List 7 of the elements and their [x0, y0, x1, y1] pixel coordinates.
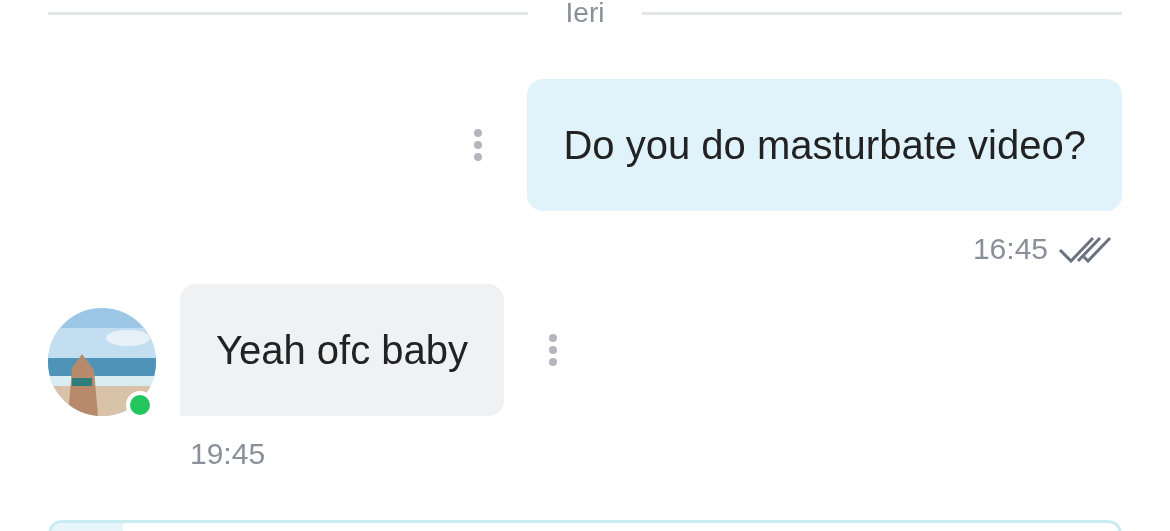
more-icon[interactable] — [473, 128, 484, 162]
message-bubble: Yeah ofc baby — [180, 284, 505, 416]
message-time: 16:45 — [972, 231, 1048, 267]
message-bubble: Do you do masturbate video? — [527, 79, 1122, 211]
more-icon[interactable] — [548, 333, 559, 367]
date-label: Ieri — [564, 0, 606, 28]
message-time: 19:45 — [190, 436, 266, 472]
